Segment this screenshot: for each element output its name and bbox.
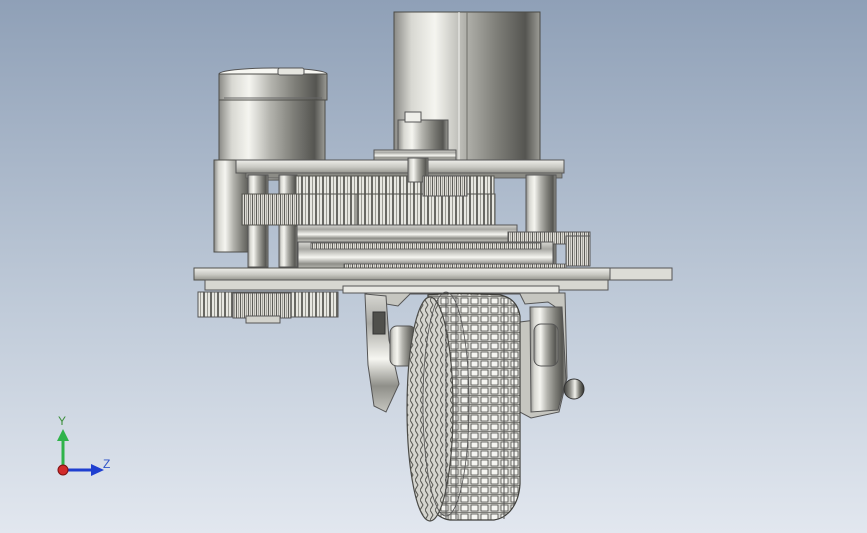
assembly-scene[interactable] [0, 0, 867, 533]
triad-y-label: Y [58, 414, 67, 428]
cad-viewport[interactable]: Y Z [0, 0, 867, 533]
top-motor[interactable] [373, 11, 541, 171]
drive-wheel[interactable] [406, 291, 521, 522]
triad-z-label: Z [103, 457, 111, 471]
x-axis-origin-icon [57, 464, 69, 476]
base-plate[interactable] [193, 267, 673, 294]
